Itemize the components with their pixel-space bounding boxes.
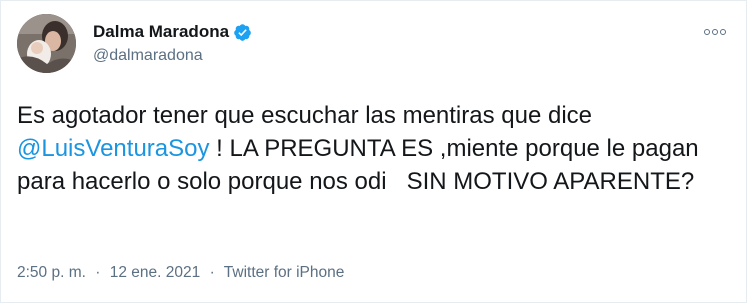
more-dot — [712, 29, 718, 35]
meta-separator: · — [209, 264, 215, 281]
mention-link[interactable]: @LuisVenturaSoy — [17, 135, 209, 162]
more-dot — [720, 29, 726, 35]
author-display-name[interactable]: Dalma Maradona — [93, 22, 229, 42]
verified-badge-icon — [233, 23, 252, 42]
author-handle[interactable]: @dalmaradona — [93, 47, 203, 65]
more-options-icon[interactable] — [704, 25, 726, 39]
profile-photo-icon — [17, 14, 76, 73]
tweet-time[interactable]: 2:50 p. m. — [17, 264, 86, 281]
tweet-text-part: Es agotador tener que escuchar las menti… — [17, 102, 599, 129]
tweet-source[interactable]: Twitter for iPhone — [224, 264, 345, 281]
meta-separator: · — [95, 264, 101, 281]
avatar[interactable] — [17, 14, 76, 73]
more-dot — [704, 29, 710, 35]
author-name-row: Dalma Maradona — [93, 21, 252, 43]
tweet-text: Es agotador tener que escuchar las menti… — [17, 99, 732, 198]
tweet-card: Dalma Maradona @dalmaradona Es agotador … — [0, 0, 747, 303]
tweet-date[interactable]: 12 ene. 2021 — [110, 264, 201, 281]
tweet-metadata: 2:50 p. m. · 12 ene. 2021 · Twitter for … — [17, 264, 344, 282]
